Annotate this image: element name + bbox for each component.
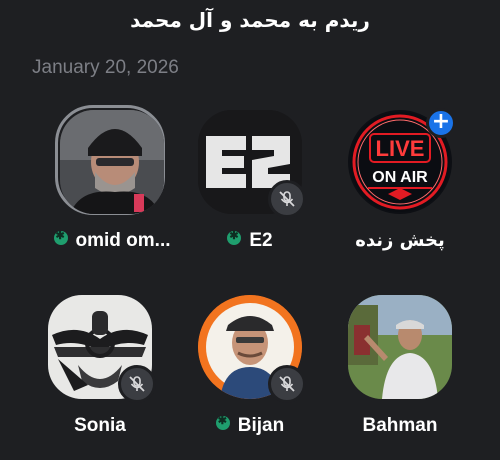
date-label: January 20, 2026 bbox=[32, 57, 179, 78]
add-icon[interactable]: + bbox=[426, 108, 456, 138]
avatar-photo bbox=[60, 110, 164, 214]
svg-text:ON AIR: ON AIR bbox=[372, 169, 428, 186]
participant-tile-live[interactable]: LIVE ON AIR + پخش زنده bbox=[330, 108, 470, 260]
participant-tile-bijan[interactable]: Bijan bbox=[180, 295, 320, 445]
avatar-photo bbox=[348, 295, 452, 399]
microphone-muted-icon bbox=[268, 365, 306, 403]
svg-text:LIVE: LIVE bbox=[376, 136, 425, 161]
microphone-muted-icon bbox=[268, 180, 306, 218]
microphone-muted-icon bbox=[118, 365, 156, 403]
chat-title: ریدم به محمد و آل محمد bbox=[130, 8, 370, 32]
online-status-icon bbox=[53, 229, 68, 245]
participant-name: پخش زنده bbox=[355, 230, 445, 251]
avatar[interactable] bbox=[348, 295, 452, 399]
participant-tile-sonia[interactable]: Sonia bbox=[30, 295, 170, 445]
online-status-icon bbox=[215, 414, 230, 430]
participant-tile-e2[interactable]: E2 bbox=[180, 110, 320, 260]
participant-tile-bahman[interactable]: Bahman bbox=[330, 295, 470, 445]
online-status-icon bbox=[227, 229, 242, 245]
participant-name: Bahman bbox=[362, 415, 438, 436]
avatar[interactable] bbox=[60, 110, 164, 214]
